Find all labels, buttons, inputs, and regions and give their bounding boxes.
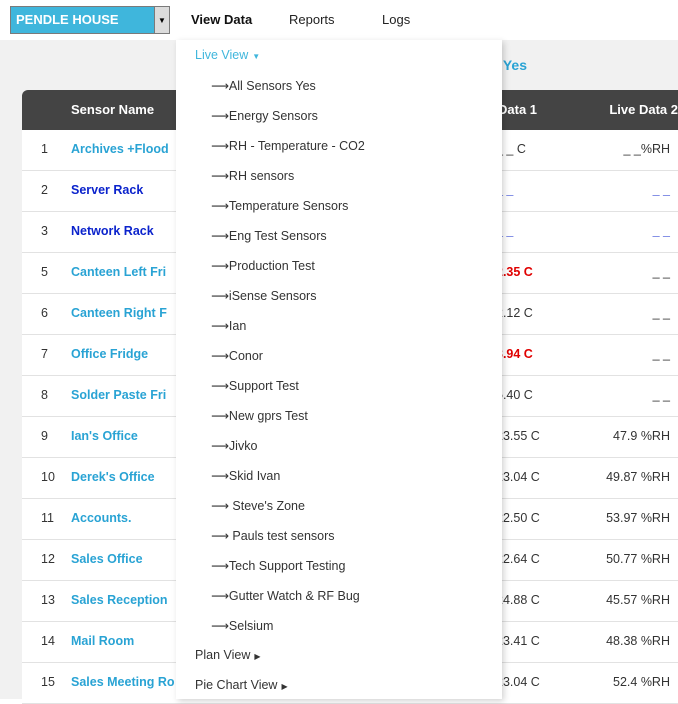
live-data-2-value: 53.97 %RH [606, 511, 670, 525]
menu-item[interactable]: ⟶Tech Support Testing [211, 558, 345, 573]
menu-plan-view-label: Plan View [195, 648, 251, 662]
menu-item[interactable]: ⟶Conor [211, 348, 263, 363]
row-number: 3 [41, 224, 48, 238]
menu-item[interactable]: ⟶New gprs Test [211, 408, 308, 423]
menu-live-view[interactable]: Live View ▼ [195, 48, 260, 62]
row-number: 6 [41, 306, 48, 320]
row-number: 15 [41, 675, 55, 689]
sensor-name-link[interactable]: Canteen Left Fri [71, 265, 166, 279]
caret-right-icon: ▶ [254, 652, 261, 661]
sensor-name-link[interactable]: Sales Reception [71, 593, 168, 607]
menu-item[interactable]: ⟶Energy Sensors [211, 108, 318, 123]
menu-item[interactable]: ⟶All Sensors Yes [211, 78, 316, 93]
menu-item[interactable]: ⟶RH - Temperature - CO2 [211, 138, 365, 153]
sensor-name-link[interactable]: Archives +Flood [71, 142, 169, 156]
live-data-2-value: _ _ [652, 306, 670, 320]
menu-item[interactable]: ⟶Support Test [211, 378, 299, 393]
sensor-name-link[interactable]: Network Rack [71, 224, 154, 238]
nav-reports[interactable]: Reports [289, 12, 335, 27]
menu-item[interactable]: ⟶Eng Test Sensors [211, 228, 327, 243]
sensor-name-link[interactable]: Office Fridge [71, 347, 148, 361]
live-data-2-value: _ _ [652, 224, 670, 238]
site-select[interactable]: PENDLE HOUSE ▼ [10, 6, 170, 34]
row-number: 7 [41, 347, 48, 361]
row-number: 5 [41, 265, 48, 279]
row-number: 14 [41, 634, 55, 648]
data-1-value: 23.04 C [496, 470, 540, 484]
menu-item[interactable]: ⟶ Pauls test sensors [211, 528, 335, 543]
menu-item[interactable]: ⟶Production Test [211, 258, 315, 273]
menu-item[interactable]: ⟶Selsium [211, 618, 273, 633]
site-select-value: PENDLE HOUSE [16, 12, 119, 27]
header-data-1: Data 1 [498, 102, 538, 117]
row-number: 2 [41, 183, 48, 197]
menu-item[interactable]: ⟶Temperature Sensors [211, 198, 348, 213]
sensor-name-link[interactable]: Server Rack [71, 183, 143, 197]
menu-item[interactable]: ⟶ Steve's Zone [211, 498, 305, 513]
view-data-dropdown: Live View ▼ ⟶All Sensors Yes ⟶Energy Senso… [176, 40, 502, 699]
sensor-name-link[interactable]: Ian's Office [71, 429, 138, 443]
menu-pie-chart-view[interactable]: Pie Chart View ▶ [195, 678, 288, 692]
caret-down-icon: ▼ [252, 52, 261, 61]
live-data-2-value: _ _ [652, 388, 670, 402]
sensor-name-link[interactable]: Mail Room [71, 634, 134, 648]
live-data-2-value: _ _%RH [623, 142, 670, 156]
menu-item[interactable]: ⟶RH sensors [211, 168, 294, 183]
data-1-value: 22.64 C [496, 552, 540, 566]
sensor-name-link[interactable]: Solder Paste Fri [71, 388, 166, 402]
live-data-2-value: _ _ [652, 347, 670, 361]
row-number: 13 [41, 593, 55, 607]
live-data-2-value: 49.87 %RH [606, 470, 670, 484]
header-live-data-2: Live Data 2 [609, 102, 678, 117]
menu-item[interactable]: ⟶Gutter Watch & RF Bug [211, 588, 360, 603]
sensor-name-link[interactable]: Sales Meeting Ro [71, 675, 175, 689]
sensor-name-link[interactable]: Canteen Right F [71, 306, 167, 320]
top-bar: PENDLE HOUSE ▼ View Data Reports Logs [0, 0, 678, 40]
data-1-value: 23.41 C [496, 634, 540, 648]
sensor-name-link[interactable]: Accounts. [71, 511, 131, 525]
data-1-value: 22.50 C [496, 511, 540, 525]
live-data-2-value: 50.77 %RH [606, 552, 670, 566]
nav-view-data[interactable]: View Data [191, 12, 252, 27]
row-number: 10 [41, 470, 55, 484]
row-number: 8 [41, 388, 48, 402]
menu-plan-view[interactable]: Plan View ▶ [195, 648, 261, 662]
header-sensor-name: Sensor Name [71, 102, 155, 117]
sensor-name-link[interactable]: Sales Office [71, 552, 143, 566]
row-number: 9 [41, 429, 48, 443]
data-1-value: 23.55 C [496, 429, 540, 443]
row-number: 1 [41, 142, 48, 156]
menu-item[interactable]: ⟶iSense Sensors [211, 288, 316, 303]
data-1-value: 24.88 C [496, 593, 540, 607]
row-number: 11 [41, 511, 54, 525]
nav-logs[interactable]: Logs [382, 12, 410, 27]
live-data-2-value: _ _ [652, 265, 670, 279]
menu-live-view-label: Live View [195, 48, 249, 62]
live-data-2-value: 52.4 %RH [613, 675, 670, 689]
chevron-down-icon[interactable]: ▼ [154, 7, 169, 33]
caret-right-icon: ▶ [281, 682, 288, 691]
sensor-name-link[interactable]: Derek's Office [71, 470, 155, 484]
menu-item[interactable]: ⟶Jivko [211, 438, 257, 453]
menu-pie-chart-view-label: Pie Chart View [195, 678, 278, 692]
live-data-2-value: 45.57 %RH [606, 593, 670, 607]
row-number: 12 [41, 552, 55, 566]
live-data-2-value: _ _ [652, 183, 670, 197]
live-data-2-value: 47.9 %RH [613, 429, 670, 443]
menu-item[interactable]: ⟶Skid Ivan [211, 468, 280, 483]
data-1-value: 23.04 C [496, 675, 540, 689]
menu-item[interactable]: ⟶Ian [211, 318, 246, 333]
live-data-2-value: 48.38 %RH [606, 634, 670, 648]
